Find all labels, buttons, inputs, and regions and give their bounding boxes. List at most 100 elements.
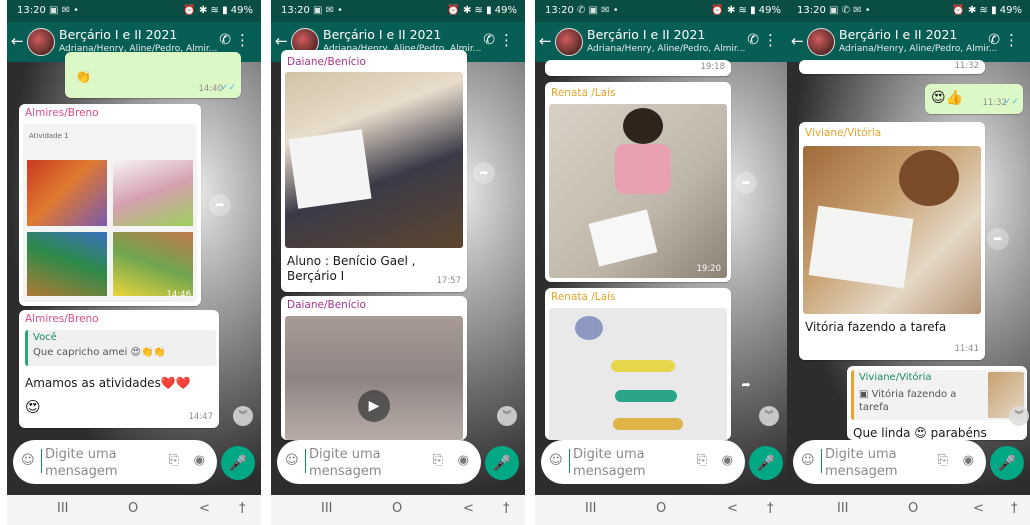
group-avatar[interactable] (555, 28, 583, 56)
back-arrow-icon[interactable]: ← (791, 32, 804, 50)
attach-icon[interactable]: ⎘ (697, 453, 707, 468)
forward-icon[interactable]: ➦ (735, 172, 757, 194)
painted-area (113, 232, 193, 296)
mic-button[interactable]: 🎤 (990, 446, 1024, 480)
previous-message[interactable]: 11:32 (799, 60, 985, 74)
home-button[interactable]: O (128, 501, 138, 516)
recent-apps-button[interactable]: III (57, 501, 69, 516)
back-button[interactable]: < (727, 501, 738, 516)
camera-icon[interactable]: ◉ (194, 453, 205, 468)
mic-button[interactable]: 🎤 (485, 446, 519, 480)
forward-icon[interactable]: ➦ (473, 162, 495, 184)
mic-button[interactable]: 🎤 (749, 446, 783, 480)
emoji-icon[interactable]: ☺ (801, 453, 815, 468)
quoted-message[interactable]: Você Que capricho amei 😍👏👏 (25, 330, 216, 366)
status-right: ⏰ ✱ ≋ ▮ 49% (711, 5, 781, 16)
message-input-bar[interactable]: ☺ Digite uma mensagem ⎘ ◉ (13, 440, 217, 484)
message-input-bar[interactable]: ☺ Digite uma mensagem ⎘ ◉ (793, 440, 986, 484)
worksheet-image[interactable] (549, 308, 727, 440)
quoted-message[interactable]: Viviane/Vitória ▣ Vitória fazendo a tare… (851, 370, 1026, 420)
navigation-bar: III O < † (787, 495, 1030, 525)
recent-apps-button[interactable]: III (585, 501, 597, 516)
attach-icon[interactable]: ⎘ (433, 453, 443, 468)
camera-icon[interactable]: ◉ (722, 453, 733, 468)
attach-icon[interactable]: ⎘ (938, 453, 948, 468)
more-options-icon[interactable]: ⋮ (1004, 31, 1019, 49)
image-message[interactable]: Renata /Laís 19:20 (545, 82, 731, 282)
play-icon[interactable]: ▶ (358, 390, 390, 422)
message-input[interactable]: Digite uma mensagem (573, 446, 665, 480)
forward-icon[interactable]: ➦ (987, 228, 1009, 250)
previous-message[interactable]: 19:18 (545, 60, 731, 76)
back-button[interactable]: < (199, 501, 210, 516)
outgoing-message[interactable]: 😍👍 11:32 ✓✓ (925, 84, 1023, 114)
child-activity-image[interactable] (803, 146, 981, 314)
emoji-icon[interactable]: ☺ (549, 453, 563, 468)
chat-header[interactable]: ← Berçário I e II 2021 Adriana/Henry, Al… (787, 22, 1030, 62)
group-title[interactable]: Berçário I e II 2021 (323, 27, 441, 42)
add-call-icon[interactable]: ✆ (483, 32, 495, 48)
emoji-icon[interactable]: ☺ (21, 453, 35, 468)
text-caret (305, 449, 306, 473)
scroll-down-icon[interactable]: ︾ (497, 406, 517, 426)
video-thumbnail[interactable]: ▶ (285, 316, 463, 440)
camera-icon[interactable]: ◉ (458, 453, 469, 468)
recent-apps-button[interactable]: III (321, 501, 333, 516)
message-input-bar[interactable]: ☺ Digite uma mensagem ⎘ ◉ (277, 440, 481, 484)
status-right: ⏰ ✱ ≋ ▮ 49% (447, 5, 517, 16)
image-message[interactable]: Almires/Breno Atividade 1 14:46 (19, 104, 201, 306)
recent-apps-button[interactable]: III (837, 501, 849, 516)
accessibility-icon[interactable]: † (503, 501, 510, 516)
forward-icon[interactable]: ➦ (735, 374, 757, 396)
scroll-down-icon[interactable]: ︾ (1009, 406, 1029, 426)
group-title[interactable]: Berçário I e II 2021 (587, 27, 705, 42)
image-message[interactable]: Daiane/Benício Aluno : Benício Gael , Be… (281, 50, 467, 292)
add-call-icon[interactable]: ✆ (747, 32, 759, 48)
emoji-icon[interactable]: ☺ (285, 453, 299, 468)
add-call-icon[interactable]: ✆ (219, 32, 231, 48)
scroll-down-icon[interactable]: ︾ (759, 406, 779, 426)
mic-button[interactable]: 🎤 (221, 446, 255, 480)
group-avatar[interactable] (27, 28, 55, 56)
message-time: 17:57 (436, 276, 462, 286)
reply-message[interactable]: Almires/Breno Você Que capricho amei 😍👏👏… (19, 310, 219, 428)
chat-header[interactable]: ← Berçário I e II 2021 Adriana/Henry, Al… (535, 22, 789, 62)
message-time: 14:40 (198, 84, 224, 94)
notification-icons: ▣ ✉ • (313, 5, 344, 16)
back-button[interactable]: < (463, 501, 474, 516)
more-options-icon[interactable]: ⋮ (763, 31, 778, 49)
back-arrow-icon[interactable]: ← (539, 32, 552, 50)
home-button[interactable]: O (908, 501, 918, 516)
group-avatar[interactable] (807, 28, 835, 56)
accessibility-icon[interactable]: † (767, 501, 774, 516)
message-input[interactable]: Digite uma mensagem (309, 446, 401, 480)
message-input-bar[interactable]: ☺ Digite uma mensagem ⎘ ◉ (541, 440, 745, 484)
accessibility-icon[interactable]: † (239, 501, 246, 516)
back-arrow-icon[interactable]: ← (11, 32, 24, 50)
quote-author: Você (33, 332, 57, 343)
message-input[interactable]: Digite uma mensagem (825, 446, 917, 480)
reply-message[interactable]: Viviane/Vitória ▣ Vitória fazendo a tare… (847, 366, 1027, 440)
image-message[interactable]: Renata /Laís (545, 288, 731, 440)
camera-icon[interactable]: ◉ (963, 453, 974, 468)
outgoing-message[interactable]: 👏 14:40 ✓✓ (65, 52, 241, 98)
add-call-icon[interactable]: ✆ (988, 32, 1000, 48)
group-title[interactable]: Berçário I e II 2021 (59, 27, 177, 42)
attach-icon[interactable]: ⎘ (169, 453, 179, 468)
home-button[interactable]: O (392, 501, 402, 516)
child-activity-image[interactable] (285, 72, 463, 248)
group-title[interactable]: Berçário I e II 2021 (839, 27, 957, 42)
scroll-down-icon[interactable]: ︾ (233, 406, 253, 426)
video-message[interactable]: Daiane/Benício ▶ (281, 296, 467, 440)
more-options-icon[interactable]: ⋮ (499, 31, 514, 49)
home-button[interactable]: O (656, 501, 666, 516)
image-message[interactable]: Viviane/Vitória Vitória fazendo a tarefa… (799, 122, 985, 360)
forward-icon[interactable]: ➦ (209, 194, 231, 216)
message-input[interactable]: Digite uma mensagem (45, 446, 137, 480)
back-button[interactable]: < (973, 501, 984, 516)
child-drawing-image[interactable]: 19:20 (549, 104, 727, 278)
more-options-icon[interactable]: ⋮ (235, 31, 250, 49)
accessibility-icon[interactable]: † (1011, 501, 1018, 516)
back-arrow-icon[interactable]: ← (275, 32, 288, 50)
activity-image[interactable]: Atividade 1 14:46 (23, 124, 197, 302)
